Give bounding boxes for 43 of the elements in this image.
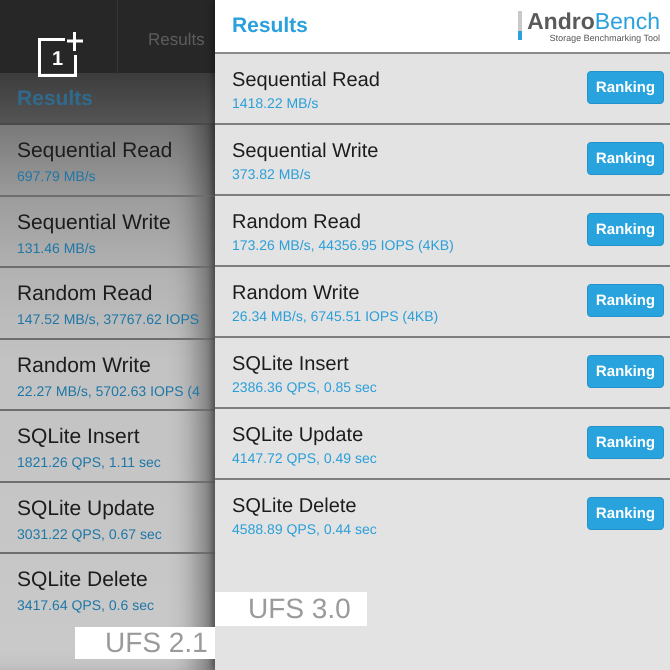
result-name: Random Write [232,281,360,305]
result-name: Random Read [17,282,152,306]
result-value: 697.79 MB/s [17,167,96,185]
ranking-button[interactable]: Ranking [587,426,664,459]
result-name: SQLite Update [232,423,364,447]
ranking-button[interactable]: Ranking [587,497,664,530]
result-name: SQLite Insert [17,425,140,449]
result-value: 4588.89 QPS, 0.44 sec [232,520,377,538]
result-name: Sequential Read [17,139,172,163]
result-value: 1418.22 MB/s [232,94,318,112]
ranking-button[interactable]: Ranking [587,71,664,104]
result-value: 147.52 MB/s, 37767.62 IOPS [17,310,200,328]
result-name: SQLite Insert [232,352,349,376]
logo-tagline: Storage Benchmarking Tool [550,32,660,44]
result-value: 3031.22 QPS, 0.67 sec [17,524,162,542]
bar-icon [518,10,522,40]
result-name: Sequential Read [232,68,380,92]
ranking-button[interactable]: Ranking [587,284,664,317]
result-value: 4147.72 QPS, 0.49 sec [232,449,377,467]
result-name: SQLite Update [17,496,155,520]
logo-mark: 1 [38,32,83,77]
caption-label: UFS 3.0 [215,592,367,626]
result-name: SQLite Delete [232,494,357,518]
logo-wordmark: AndroBench [527,8,660,32]
section-title: Results [0,73,215,125]
ranking-button[interactable]: Ranking [587,142,664,175]
result-value: 173.26 MB/s, 44356.95 IOPS (4KB) [232,236,454,254]
ranking-button[interactable]: Ranking [587,355,664,388]
caption-label: UFS 2.1 [75,627,215,659]
result-value: 26.34 MB/s, 6745.51 IOPS (4KB) [232,307,438,325]
result-value: 1821.26 QPS, 1.11 sec [17,453,161,471]
result-value: 131.46 MB/s [17,238,96,256]
result-name: SQLite Delete [17,568,148,592]
screen-title: Results [232,14,308,38]
result-name: Random Write [17,354,151,378]
result-name: Sequential Write [232,139,378,163]
ranking-button[interactable]: Ranking [587,213,664,246]
result-value: 2386.36 QPS, 0.85 sec [232,378,377,396]
result-value: 3417.64 QPS, 0.6 sec [17,596,154,614]
result-name: Sequential Write [17,210,171,234]
result-name: Random Read [232,210,361,234]
result-value: 22.27 MB/s, 5702.63 IOPS (4 [17,382,200,400]
result-value: 373.82 MB/s [232,165,311,183]
